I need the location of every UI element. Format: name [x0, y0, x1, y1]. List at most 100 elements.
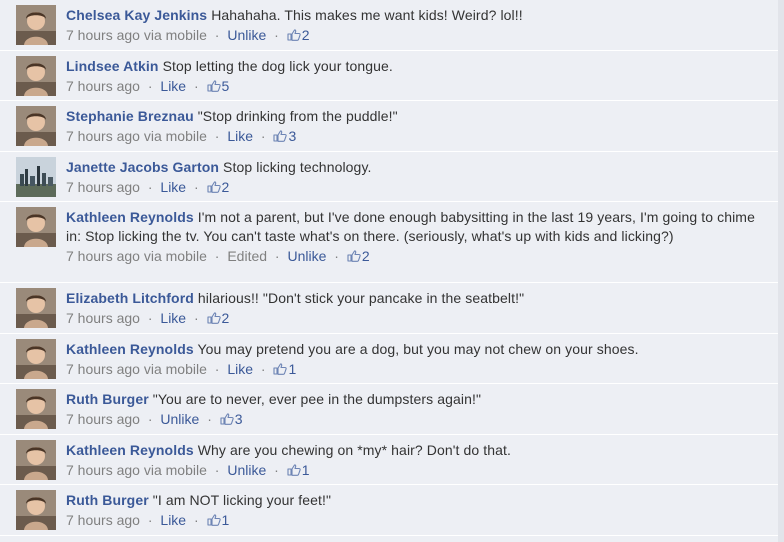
timestamp[interactable]: 7 hours ago [66, 128, 140, 144]
like-count[interactable]: 2 [362, 248, 370, 264]
person-avatar-icon[interactable] [16, 490, 56, 530]
like-count[interactable]: 1 [288, 361, 296, 377]
separator-dot: · [193, 77, 199, 94]
like-count[interactable]: 2 [302, 27, 310, 43]
like-count[interactable]: 5 [222, 78, 230, 94]
separator-dot: · [193, 512, 199, 528]
like-button[interactable]: Like [227, 128, 253, 144]
timestamp[interactable]: 7 hours ago [66, 310, 140, 326]
comment-text: Stop letting the dog lick your tongue. [162, 57, 393, 74]
like-button[interactable]: Unlike [227, 462, 266, 478]
like-count[interactable]: 3 [288, 128, 296, 144]
like-button[interactable]: Unlike [287, 248, 326, 264]
via-mobile-label: via mobile [143, 128, 207, 144]
comment-text: hilarious!! "Don't stick your pancake in… [197, 290, 525, 306]
thumbs-up-icon[interactable] [220, 410, 234, 425]
comment-text: Why are you chewing on *my* hair? Don't … [197, 441, 512, 458]
like-count[interactable]: 2 [222, 310, 230, 326]
timestamp[interactable]: 7 hours ago [66, 78, 140, 94]
comment-meta: 7 hours ago · · Like · 2 [66, 177, 770, 197]
person-avatar-icon[interactable] [16, 338, 56, 379]
separator-dot: · [214, 128, 220, 144]
comment-author-link[interactable]: Lindsee Atkin [66, 58, 159, 74]
person-avatar-icon[interactable] [16, 439, 56, 480]
person-avatar-icon[interactable] [16, 288, 56, 328]
edited-label: Edited [227, 248, 268, 264]
separator-dot: · [334, 248, 339, 264]
thumbs-up-icon[interactable] [206, 178, 221, 193]
timestamp[interactable]: 7 hours ago [66, 248, 140, 264]
separator-dot: · [274, 27, 279, 43]
separator-dot: · [214, 461, 220, 478]
person-avatar-icon[interactable] [16, 389, 56, 429]
thumbs-up-icon[interactable] [273, 127, 288, 142]
timestamp[interactable]: 7 hours ago [66, 27, 140, 43]
like-count[interactable]: 3 [235, 411, 243, 427]
comment-meta: 7 hours ago via mobile · · Like · 3 [66, 126, 770, 146]
via-mobile-label: via mobile [143, 248, 207, 264]
separator-dot: · [214, 27, 220, 43]
comment-meta: 7 hours ago via mobile · · Unlike · 2 [66, 25, 770, 45]
like-button[interactable]: Like [160, 78, 186, 94]
timestamp[interactable]: 7 hours ago [66, 411, 140, 427]
like-count[interactable]: 1 [302, 462, 310, 478]
timestamp[interactable]: 7 hours ago [66, 361, 140, 377]
comment-10: Ruth Burger "I am NOT licking your feet!… [0, 485, 778, 536]
thumbs-up-icon[interactable] [206, 309, 221, 324]
person-avatar-icon[interactable] [16, 55, 56, 96]
comment-author-link[interactable]: Stephanie Breznau [66, 108, 194, 124]
thumbs-up-icon[interactable] [206, 77, 221, 92]
like-count[interactable]: 1 [222, 512, 230, 528]
comment-author-link[interactable]: Chelsea Kay Jenkins [66, 7, 207, 23]
separator-dot: · [207, 411, 212, 427]
comment-author-link[interactable]: Elizabeth Litchford [66, 290, 194, 306]
thumbs-up-icon[interactable] [273, 360, 288, 375]
comment-5: Kathleen Reynolds I'm not a parent, but … [0, 202, 778, 283]
skyline-avatar-icon[interactable] [16, 156, 56, 197]
thumbs-up-icon[interactable] [287, 26, 301, 41]
separator-dot: · [147, 310, 153, 326]
comment-meta: 7 hours ago · · Like · 1 [66, 510, 770, 530]
thumbs-up-icon[interactable] [347, 247, 361, 262]
like-button[interactable]: Like [160, 512, 186, 528]
comment-author-link[interactable]: Kathleen Reynolds [66, 442, 194, 458]
separator-dot: · [193, 310, 199, 326]
comment-author-link[interactable]: Ruth Burger [66, 492, 149, 508]
separator-dot: · [147, 178, 153, 195]
comment-author-link[interactable]: Janette Jacobs Garton [66, 159, 219, 175]
timestamp[interactable]: 7 hours ago [66, 462, 140, 478]
comment-text: "I am NOT licking your feet!" [152, 492, 332, 508]
like-button[interactable]: Unlike [160, 411, 199, 427]
person-avatar-icon[interactable] [16, 207, 56, 247]
comment-text: Stop licking technology. [223, 158, 372, 175]
like-button[interactable]: Unlike [227, 27, 266, 43]
person-avatar-icon[interactable] [16, 106, 56, 146]
thumbs-up-icon[interactable] [206, 511, 221, 526]
like-button[interactable]: Like [227, 361, 253, 377]
comment-6: Elizabeth Litchford hilarious!! "Don't s… [0, 283, 778, 334]
comment-text: Hahahaha. This makes me want kids! Weird… [211, 7, 523, 23]
comment-meta: 7 hours ago via mobile · Edited · Unlike… [66, 246, 770, 266]
via-mobile-label: via mobile [143, 27, 207, 43]
like-button[interactable]: Like [160, 310, 186, 326]
separator-dot: · [260, 360, 266, 377]
like-count[interactable]: 2 [222, 179, 230, 195]
separator-dot: · [260, 128, 266, 144]
thumbs-up-icon[interactable] [287, 461, 301, 476]
comment-author-link[interactable]: Ruth Burger [66, 391, 149, 407]
timestamp[interactable]: 7 hours ago [66, 512, 140, 528]
separator-dot: · [214, 360, 220, 377]
like-button[interactable]: Like [160, 179, 186, 195]
comment-text: You may pretend you are a dog, but you m… [197, 340, 639, 357]
separator-dot: · [147, 512, 153, 528]
comment-meta: 7 hours ago · · Unlike · 3 [66, 409, 770, 429]
via-mobile-label: via mobile [143, 360, 207, 377]
comment-2: Lindsee Atkin Stop letting the dog lick … [0, 51, 778, 101]
comment-meta: 7 hours ago via mobile · · Unlike · 1 [66, 460, 770, 480]
comment-author-link[interactable]: Kathleen Reynolds [66, 341, 194, 357]
timestamp[interactable]: 7 hours ago [66, 179, 140, 195]
comment-author-link[interactable]: Kathleen Reynolds [66, 209, 194, 225]
comment-text: "Stop drinking from the puddle!" [197, 108, 398, 124]
scrollbar[interactable] [778, 0, 784, 542]
person-avatar-icon[interactable] [16, 5, 56, 45]
